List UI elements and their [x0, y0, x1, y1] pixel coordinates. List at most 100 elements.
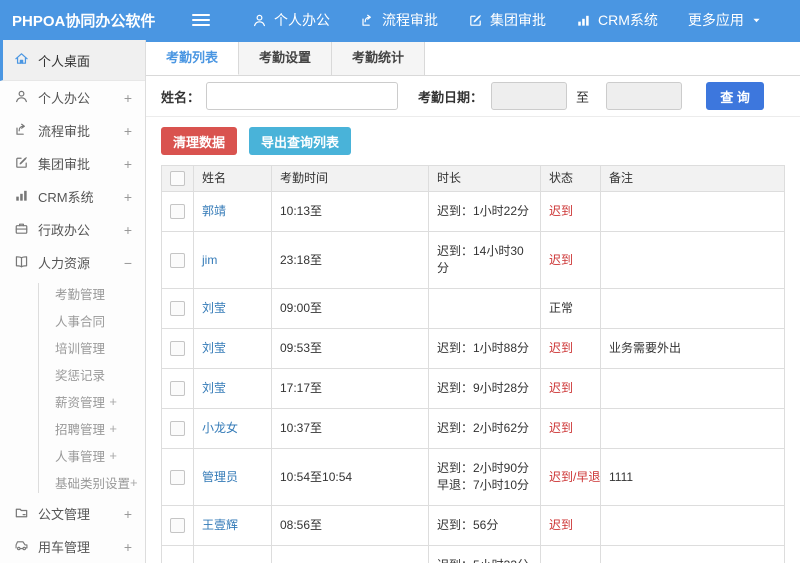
sidebar-item-chart[interactable]: CRM系统 +: [0, 180, 145, 213]
employee-name-link[interactable]: 刘莹: [202, 381, 226, 395]
remark-cell: [600, 408, 785, 449]
sidebar-item-label: 个人桌面: [38, 53, 91, 69]
expand-toggle-icon[interactable]: +: [124, 506, 132, 522]
row-checkbox[interactable]: [170, 341, 185, 356]
expand-toggle-icon[interactable]: +: [124, 156, 132, 172]
expand-toggle-icon[interactable]: +: [124, 189, 132, 205]
sidebar-subitem-label: 奖惩记录: [55, 369, 106, 383]
sidebar-item-label: 行政办公: [38, 223, 91, 238]
sidebar-item-home[interactable]: 个人桌面: [0, 40, 145, 81]
duration-cell: 迟到：9小时28分: [428, 368, 541, 409]
expand-toggle-icon[interactable]: +: [109, 448, 117, 463]
sidebar-submenu: 考勤管理 人事合同 培训管理 奖惩记录 薪资管理 + 招聘管理 + 人事管理 +: [0, 279, 145, 497]
table-header-row: 姓名 考勤时间 时长 状态 备注: [161, 165, 785, 192]
row-checkbox[interactable]: [170, 421, 185, 436]
expand-toggle-icon[interactable]: +: [124, 123, 132, 139]
expand-toggle-icon[interactable]: +: [109, 421, 117, 436]
flow-icon: [360, 13, 375, 28]
edit-icon: [14, 155, 38, 173]
sidebar-item-briefcase[interactable]: 行政办公 +: [0, 213, 145, 246]
bar-chart-icon: [576, 13, 591, 28]
table-row: 管理员 10:54至10:54 迟到：2小时90分 早退：7小时10分 迟到/早退…: [161, 448, 785, 506]
status-cell: 正常: [540, 288, 601, 329]
employee-name-link[interactable]: 郭靖: [202, 204, 226, 218]
row-checkbox[interactable]: [170, 204, 185, 219]
sidebar-item-flow[interactable]: 流程审批 +: [0, 114, 145, 147]
select-all-checkbox[interactable]: [170, 171, 185, 186]
date-label: 考勤日期：: [418, 89, 484, 105]
expand-toggle-icon[interactable]: +: [130, 475, 138, 490]
sidebar-item-car[interactable]: 用车管理 +: [0, 530, 145, 563]
name-label: 姓名：: [161, 89, 201, 105]
employee-name-link[interactable]: 王壹辉: [202, 518, 238, 532]
sidebar-subitem-label: 培训管理: [55, 342, 106, 356]
sidebar-subitem-label: 考勤管理: [55, 288, 106, 302]
app-title: PHPOA协同办公软件: [12, 12, 156, 30]
nav-crm-system[interactable]: CRM系统: [576, 10, 658, 30]
duration-cell: 迟到：1小时22分: [428, 191, 541, 232]
duration-cell: 迟到：56分: [428, 505, 541, 546]
export-list-button[interactable]: 导出查询列表: [249, 127, 352, 155]
tab-attendance-list[interactable]: 考勤列表: [146, 42, 240, 75]
sidebar-subitem[interactable]: 考勤管理: [0, 280, 145, 307]
status-cell: 迟到: [540, 191, 601, 232]
date-to-separator: 至: [576, 89, 590, 105]
employee-name-link[interactable]: 刘莹: [202, 301, 226, 315]
sidebar-subitem[interactable]: 人事管理 +: [0, 442, 145, 469]
sidebar-item-doc[interactable]: 公文管理 +: [0, 497, 145, 530]
row-checkbox[interactable]: [170, 381, 185, 396]
expand-toggle-icon[interactable]: +: [124, 539, 132, 555]
expand-toggle-icon[interactable]: +: [109, 394, 117, 409]
col-header-name: 姓名: [193, 165, 272, 192]
sidebar-item-edit[interactable]: 集团审批 +: [0, 147, 145, 180]
nav-more-apps[interactable]: 更多应用: [688, 10, 762, 30]
date-to-input[interactable]: [606, 82, 683, 110]
sidebar-subitem[interactable]: 招聘管理 +: [0, 415, 145, 442]
attendance-time-cell: 17:17至: [271, 368, 429, 409]
sidebar-subitem[interactable]: 人事合同: [0, 307, 145, 334]
nav-personal-office[interactable]: 个人办公: [252, 10, 330, 30]
sidebar-item-user[interactable]: 个人办公 +: [0, 81, 145, 114]
sidebar-subitem-label: 人事合同: [55, 315, 106, 329]
app-window: PHPOA协同办公软件 个人办公 流程审批 集团审批 CRM系统 更多应用 个人…: [0, 0, 800, 563]
row-checkbox[interactable]: [170, 518, 185, 533]
sidebar-subitem-label: 人事管理: [55, 450, 106, 464]
sidebar-subitem[interactable]: 基础类别设置 +: [0, 469, 145, 496]
status-cell: 迟到: [540, 368, 601, 409]
user-icon: [252, 13, 267, 28]
car-icon: [14, 538, 38, 556]
nav-group-approval[interactable]: 集团审批: [468, 10, 546, 30]
clean-data-button[interactable]: 清理数据: [161, 127, 238, 155]
row-checkbox[interactable]: [170, 469, 185, 485]
name-input[interactable]: [206, 82, 399, 110]
tab-attendance-stats[interactable]: 考勤统计: [332, 42, 426, 75]
attendance-time-cell: 08:56至: [271, 505, 429, 546]
duration-cell: [428, 288, 541, 329]
sidebar-subitem[interactable]: 奖惩记录: [0, 361, 145, 388]
sidebar-item-label: 人力资源: [38, 256, 91, 271]
search-button[interactable]: 查 询: [706, 82, 765, 110]
sidebar-subitem[interactable]: 培训管理: [0, 334, 145, 361]
top-header: PHPOA协同办公软件 个人办公 流程审批 集团审批 CRM系统 更多应用: [0, 0, 800, 40]
status-cell: 迟到/早退: [540, 448, 601, 506]
sidebar-item-book[interactable]: 人力资源 −: [0, 246, 145, 279]
expand-toggle-icon[interactable]: −: [124, 255, 132, 271]
row-checkbox[interactable]: [170, 301, 185, 316]
tab-attendance-settings[interactable]: 考勤设置: [239, 42, 333, 75]
row-checkbox[interactable]: [170, 252, 185, 268]
employee-name-link[interactable]: 刘莹: [202, 341, 226, 355]
employee-name-link[interactable]: 管理员: [202, 470, 238, 484]
employee-name-link[interactable]: jim: [202, 253, 217, 267]
sidebar-item-label: 个人办公: [38, 91, 91, 106]
attendance-time-cell: 10:37至: [271, 408, 429, 449]
expand-toggle-icon[interactable]: +: [124, 222, 132, 238]
date-from-input[interactable]: [491, 82, 568, 110]
employee-name-link[interactable]: 小龙女: [202, 421, 238, 435]
menu-toggle-icon[interactable]: [192, 14, 210, 26]
chart-icon: [14, 188, 38, 206]
nav-label: 集团审批: [490, 12, 546, 28]
nav-workflow-approval[interactable]: 流程审批: [360, 10, 438, 30]
sidebar-subitem[interactable]: 薪资管理 +: [0, 388, 145, 415]
expand-toggle-icon[interactable]: +: [124, 90, 132, 106]
col-header-remark: 备注: [600, 165, 785, 192]
